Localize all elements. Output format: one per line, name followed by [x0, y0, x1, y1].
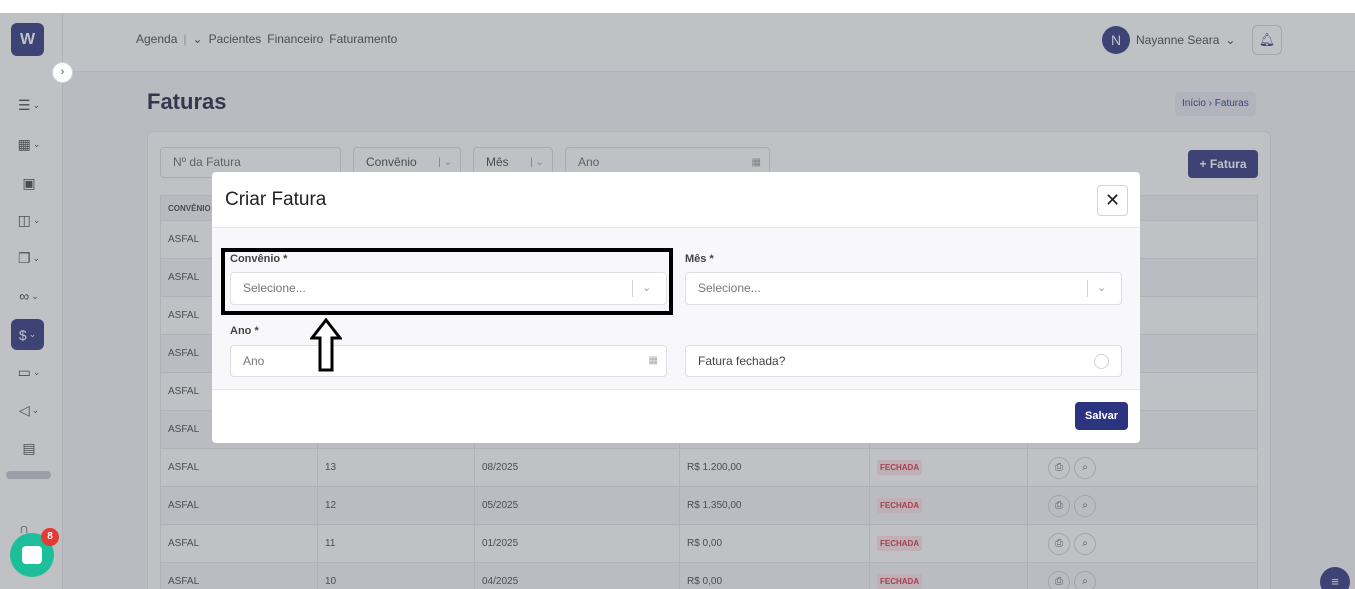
mes-select-placeholder: Selecione...	[698, 281, 761, 295]
highlight-box	[221, 248, 673, 315]
chat-icon	[22, 546, 42, 564]
fatura-fechada-label: Fatura fechada?	[698, 354, 786, 368]
close-icon[interactable]: ✕	[1097, 185, 1128, 216]
toggle-switch[interactable]	[1094, 354, 1109, 369]
chevron-down-icon: ⌄	[1097, 282, 1107, 294]
ano-input[interactable]: Ano ▦	[230, 345, 667, 377]
modal-title: Criar Fatura	[225, 189, 327, 210]
ano-input-placeholder: Ano	[243, 354, 265, 368]
fatura-fechada-toggle[interactable]: Fatura fechada?	[685, 345, 1122, 377]
mes-select[interactable]: Selecione... ⌄	[685, 272, 1122, 305]
save-button[interactable]: Salvar	[1075, 402, 1128, 430]
mes-label: Mês *	[685, 253, 714, 265]
sidebar-collapse-button[interactable]: ›	[52, 62, 73, 83]
calendar-icon: ▦	[648, 355, 658, 366]
select-separator	[1087, 280, 1088, 297]
top-strip	[0, 0, 1355, 13]
ano-label: Ano *	[230, 325, 259, 337]
notification-badge: 8	[41, 528, 59, 546]
divider	[212, 389, 1140, 390]
arrow-up-icon	[310, 318, 342, 372]
